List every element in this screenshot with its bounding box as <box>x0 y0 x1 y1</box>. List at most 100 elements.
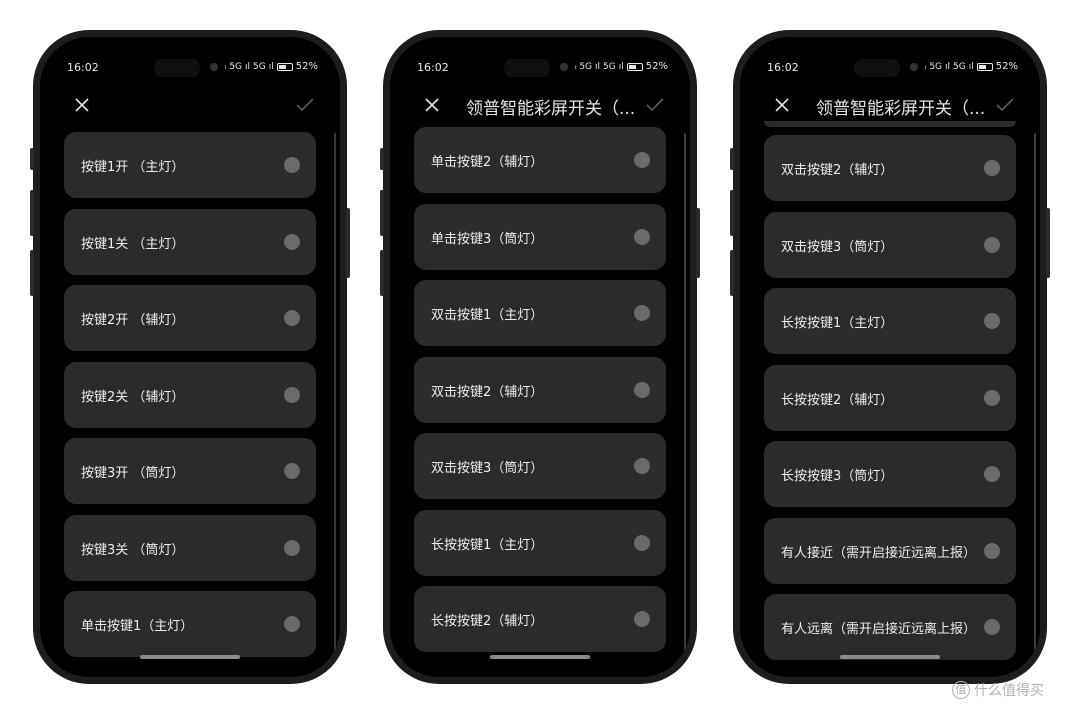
close-icon[interactable] <box>74 97 90 113</box>
signal-bars-icon: ıl <box>245 61 251 72</box>
side-button <box>30 190 34 236</box>
phone-2: 16:02 ᵢ 5G ıl 5G ıl 52% 领普智能彩屏开关（... 单击按… <box>380 30 700 684</box>
dynamic-island <box>504 59 550 77</box>
confirm-check-icon[interactable] <box>296 97 314 113</box>
action-item-label: 长按按键1（主灯） <box>781 316 894 331</box>
action-item-label: 按键1开 （主灯） <box>81 160 185 175</box>
radio-button[interactable] <box>284 386 300 403</box>
action-item[interactable]: 按键1关 （主灯） <box>64 208 316 275</box>
watermark: 值 什么值得买 <box>952 680 1044 700</box>
side-button <box>730 250 734 296</box>
camera-dot-icon <box>209 62 218 71</box>
action-item[interactable]: 双击按键1（主灯） <box>414 280 666 346</box>
radio-button[interactable] <box>634 611 650 627</box>
radio-button[interactable] <box>984 542 1000 559</box>
camera-dot-icon <box>559 62 568 71</box>
power-button <box>696 208 700 278</box>
signal-icon: 5G <box>253 61 266 72</box>
confirm-check-icon[interactable] <box>996 97 1014 113</box>
radio-button[interactable] <box>634 228 650 245</box>
radio-button[interactable] <box>984 389 1000 406</box>
action-list: 双击按键2（辅灯） 双击按键3（筒灯） 长按按键1（主灯） 长按按键2（辅灯） … <box>764 135 1016 671</box>
action-item[interactable]: 双击按键3（筒灯） <box>764 211 1016 278</box>
radio-button[interactable] <box>984 236 1000 253</box>
action-item-label: 有人接近（需开启接近远离上报） <box>781 545 977 561</box>
radio-button[interactable] <box>634 152 650 168</box>
screen: 16:02 ᵢ 5G ıl 5G ıl 52% 领普智能彩屏开关（... <box>740 37 1040 677</box>
action-item-label: 双击按键3（筒灯） <box>431 461 544 476</box>
action-item[interactable]: 按键3开 （筒灯） <box>64 438 316 504</box>
phone-3: 16:02 ᵢ 5G ıl 5G ıl 52% 领普智能彩屏开关（... 双击按… <box>730 30 1050 684</box>
side-button <box>380 250 384 296</box>
radio-button[interactable] <box>284 157 300 173</box>
action-item-label: 长按按键1（主灯） <box>431 537 544 553</box>
radio-button[interactable] <box>284 616 300 632</box>
action-list: 单击按键2（辅灯） 单击按键3（筒灯） 双击按键1（主灯） 双击按键2（辅灯） … <box>414 127 666 663</box>
scrollbar[interactable] <box>334 133 336 653</box>
side-button <box>730 148 734 170</box>
side-button <box>30 148 34 170</box>
action-item[interactable]: 单击按键2（辅灯） <box>414 127 666 193</box>
radio-button[interactable] <box>984 466 1000 482</box>
action-item-label: 长按按键2（辅灯） <box>781 392 894 408</box>
action-item[interactable]: 长按按键1（主灯） <box>764 288 1016 354</box>
radio-button[interactable] <box>984 313 1000 329</box>
watermark-logo-icon: 值 <box>952 681 970 699</box>
action-item-label: 按键2开 （辅灯） <box>81 313 185 328</box>
home-indicator[interactable] <box>140 655 240 659</box>
radio-button[interactable] <box>284 233 300 250</box>
home-indicator[interactable] <box>490 655 590 659</box>
watermark-text: 什么值得买 <box>974 683 1044 699</box>
radio-button[interactable] <box>284 463 300 479</box>
action-item[interactable]: 按键2关 （辅灯） <box>64 361 316 428</box>
screen: 16:02 ᵢ 5G ıl 5G ıl 52% 领普智能彩屏开关（... <box>390 37 690 677</box>
signal-icon: ᵢ <box>924 61 927 72</box>
battery-icon <box>276 62 293 71</box>
action-item[interactable]: 按键2开 （辅灯） <box>64 285 316 351</box>
action-item[interactable]: 双击按键2（辅灯） <box>414 356 666 423</box>
radio-button[interactable] <box>284 310 300 326</box>
dynamic-island <box>154 59 200 77</box>
action-item[interactable]: 按键3关 （筒灯） <box>64 514 316 581</box>
scrollbar[interactable] <box>684 133 686 653</box>
action-list: 按键1开 （主灯） 按键1关 （主灯） 按键2开 （辅灯） 按键2关 （辅灯） … <box>64 132 316 668</box>
action-item[interactable]: 有人接近（需开启接近远离上报） <box>764 517 1016 584</box>
header <box>40 85 340 125</box>
signal-bars-icon: ıl <box>968 61 974 72</box>
header: 领普智能彩屏开关（... <box>390 85 690 125</box>
action-item-label: 按键3关 （筒灯） <box>81 542 185 558</box>
radio-button[interactable] <box>634 305 650 321</box>
status-bar: 16:02 ᵢ 5G ıl 5G ıl 52% <box>740 59 1040 79</box>
action-item[interactable]: 按键1开 （主灯） <box>64 132 316 198</box>
status-time: 16:02 <box>67 61 99 74</box>
action-item[interactable]: 长按按键2（辅灯） <box>764 364 1016 431</box>
signal-icon: 5G <box>579 61 593 72</box>
home-indicator[interactable] <box>840 655 940 659</box>
screen: 16:02 ᵢ 5G ıl 5G ıl 52% 按键1开 （主灯） 按键1关 （… <box>40 37 340 677</box>
radio-button[interactable] <box>634 534 650 551</box>
radio-button[interactable] <box>634 381 650 398</box>
page-title: 领普智能彩屏开关（... <box>466 99 636 119</box>
scrollbar[interactable] <box>1034 133 1036 653</box>
header: 领普智能彩屏开关（... <box>740 85 1040 125</box>
close-icon[interactable] <box>424 97 440 113</box>
radio-button[interactable] <box>984 160 1000 176</box>
radio-button[interactable] <box>984 619 1000 635</box>
action-item[interactable]: 长按按键3（筒灯） <box>764 441 1016 507</box>
close-icon[interactable] <box>774 97 790 113</box>
action-item-label: 单击按键2（辅灯） <box>431 155 544 170</box>
action-item[interactable]: 长按按键2（辅灯） <box>414 586 666 652</box>
action-item[interactable]: 长按按键1（主灯） <box>414 509 666 576</box>
action-item[interactable]: 单击按键1（主灯） <box>64 591 316 657</box>
action-item[interactable]: 有人远离（需开启接近远离上报） <box>764 594 1016 660</box>
signal-bars-icon: ıl <box>945 61 951 72</box>
action-item[interactable]: 单击按键3（筒灯） <box>414 203 666 270</box>
phone-1: 16:02 ᵢ 5G ıl 5G ıl 52% 按键1开 （主灯） 按键1关 （… <box>30 30 350 684</box>
side-button <box>730 190 734 236</box>
action-item[interactable]: 双击按键3（筒灯） <box>414 433 666 499</box>
confirm-check-icon[interactable] <box>646 97 664 113</box>
action-item[interactable]: 双击按键2（辅灯） <box>764 135 1016 201</box>
radio-button[interactable] <box>284 539 300 556</box>
side-button <box>380 148 384 170</box>
radio-button[interactable] <box>634 458 650 474</box>
